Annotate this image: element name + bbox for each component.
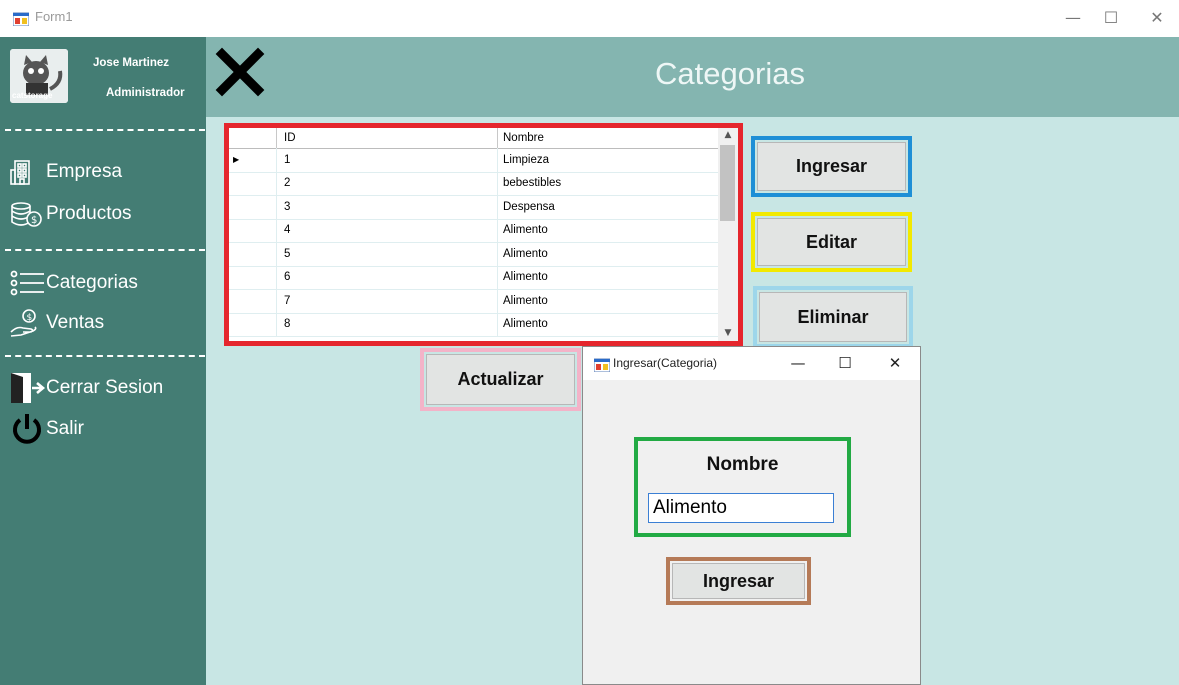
page-title: Categorias	[655, 56, 805, 91]
table-row[interactable]: 5 Alimento	[229, 242, 718, 267]
user-name: Jose Martinez	[93, 57, 170, 69]
sidebar-divider	[5, 129, 205, 131]
eliminar-button[interactable]: Eliminar	[759, 292, 907, 342]
sidebar-item-empresa[interactable]: Empresa	[10, 157, 122, 187]
scroll-up-icon[interactable]: ▲	[718, 130, 738, 140]
column-header-id[interactable]: ID	[277, 128, 498, 148]
dialog-title: Ingresar(Categoria)	[613, 356, 718, 370]
sidebar-item-label: Empresa	[46, 161, 123, 182]
sidebar-item-label: Cerrar Sesion	[46, 377, 164, 398]
sidebar-divider	[5, 249, 205, 251]
sidebar-item-salir[interactable]: Salir	[10, 414, 84, 444]
sidebar-item-label: Ventas	[46, 312, 105, 333]
row-selector-icon: ▶	[229, 148, 277, 172]
dialog-close-button[interactable]: ✕	[875, 350, 915, 376]
list-icon	[10, 268, 46, 298]
table-row[interactable]: 8 Alimento	[229, 312, 718, 337]
building-icon	[10, 157, 46, 187]
coins-icon: $	[10, 199, 46, 229]
door-exit-icon	[10, 373, 46, 403]
table-row[interactable]: 7 Alimento	[229, 289, 718, 314]
table-row[interactable]: 2 bebestibles	[229, 171, 718, 196]
window-title: Form1	[35, 9, 73, 24]
sidebar-item-ventas[interactable]: $ Ventas	[10, 308, 104, 338]
categories-table[interactable]: ID Nombre ▶ 1 Limpieza 2 bebestibles 3 D…	[229, 128, 738, 341]
sidebar-item-label: Categorias	[46, 272, 138, 293]
scrollbar-thumb[interactable]	[720, 145, 735, 221]
dialog-maximize-button[interactable]: ☐	[825, 350, 865, 376]
sidebar-item-cerrar-sesion[interactable]: Cerrar Sesion	[10, 373, 163, 403]
table-row[interactable]: 3 Despensa	[229, 195, 718, 220]
scroll-down-icon[interactable]: ▼	[718, 328, 738, 338]
nombre-label: Nombre	[706, 454, 779, 475]
editar-button[interactable]: Editar	[757, 218, 906, 266]
table-row[interactable]: 4 Alimento	[229, 218, 718, 243]
actualizar-button[interactable]: Actualizar	[426, 354, 575, 405]
close-window-button[interactable]: ✕	[1134, 4, 1179, 32]
sidebar-item-label: Productos	[46, 203, 132, 224]
user-role: Administrador	[106, 87, 185, 99]
nombre-input[interactable]	[648, 493, 834, 523]
hand-coin-icon: $	[10, 308, 46, 338]
svg-text:$: $	[31, 215, 37, 226]
column-header-nombre[interactable]: Nombre	[498, 128, 718, 148]
sidebar-item-categorias[interactable]: Categorias	[10, 268, 138, 298]
dialog-minimize-button[interactable]: —	[778, 350, 818, 376]
svg-text:$: $	[27, 313, 33, 323]
maximize-button[interactable]: ☐	[1088, 4, 1134, 32]
sidebar-item-label: Salir	[46, 418, 85, 439]
sidebar	[0, 37, 206, 685]
dialog-ingresar-button[interactable]: Ingresar	[672, 563, 805, 599]
table-row[interactable]: 6 Alimento	[229, 265, 718, 290]
brand-caption: catstorage	[12, 91, 53, 100]
table-header: ID Nombre	[229, 128, 718, 149]
sidebar-item-productos[interactable]: $ Productos	[10, 199, 132, 229]
table-row[interactable]: ▶ 1 Limpieza	[229, 148, 718, 173]
dialog-app-icon	[593, 356, 611, 373]
ingresar-button[interactable]: Ingresar	[757, 142, 906, 191]
close-icon[interactable]	[215, 47, 265, 97]
sidebar-divider	[5, 355, 205, 357]
app-icon	[12, 10, 30, 27]
power-icon	[10, 414, 46, 444]
window-titlebar	[0, 0, 1179, 37]
